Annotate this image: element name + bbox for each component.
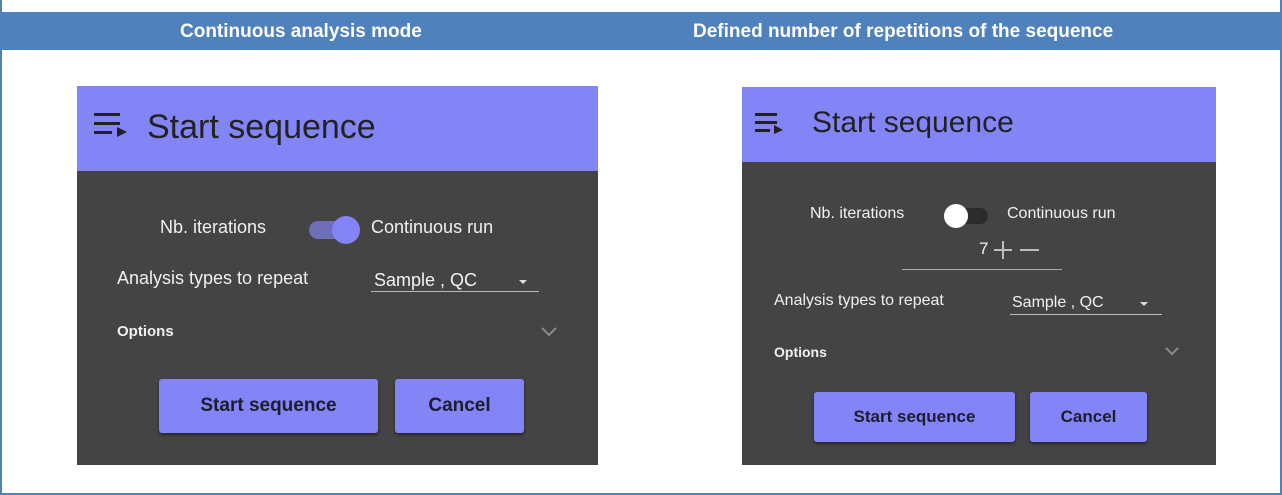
dropdown-caret-icon [1140, 302, 1148, 306]
right-column-title: Defined number of repetitions of the seq… [693, 21, 1114, 42]
analysis-types-value: Sample , QC [374, 270, 478, 290]
chevron-down-icon [541, 327, 557, 337]
cancel-button[interactable]: Cancel [1030, 392, 1147, 442]
select-underline [1010, 314, 1162, 315]
stepper-underline [902, 269, 1062, 270]
analysis-types-label: Analysis types to repeat [774, 292, 944, 309]
start-sequence-button[interactable]: Start sequence [814, 392, 1015, 442]
playlist-play-icon [755, 113, 783, 134]
start-sequence-button[interactable]: Start sequence [159, 379, 378, 433]
left-column-title: Continuous analysis mode [180, 21, 422, 42]
analysis-types-label: Analysis types to repeat [117, 268, 309, 288]
start-sequence-dialog-continuous: Start sequence Nb. iterations Continuous… [77, 86, 598, 465]
select-underline [371, 291, 539, 292]
options-label: Options [774, 344, 827, 360]
iterations-value: 7 [979, 239, 989, 258]
start-sequence-dialog-iterations: Start sequence Nb. iterations Continuous… [742, 87, 1216, 465]
dialog-title-bar: Start sequence [742, 87, 1216, 162]
toggle-knob [944, 204, 968, 228]
playlist-play-icon [94, 113, 127, 137]
continuous-run-label: Continuous run [1007, 205, 1116, 222]
toggle-knob [332, 216, 360, 244]
analysis-types-value: Sample , QC [1012, 294, 1104, 311]
dialog-title-bar: Start sequence [77, 86, 598, 171]
cancel-button[interactable]: Cancel [395, 379, 524, 433]
nb-iterations-label: Nb. iterations [160, 217, 267, 237]
chevron-down-icon [1165, 347, 1179, 356]
dialog-title: Start sequence [147, 108, 376, 146]
header-band: Continuous analysis mode Defined number … [0, 12, 1282, 50]
dialog-title: Start sequence [812, 106, 1014, 139]
continuous-run-label: Continuous run [371, 217, 494, 237]
options-label: Options [117, 323, 174, 340]
nb-iterations-label: Nb. iterations [810, 205, 905, 222]
minus-icon[interactable] [1020, 249, 1039, 251]
dropdown-caret-icon [519, 280, 527, 284]
